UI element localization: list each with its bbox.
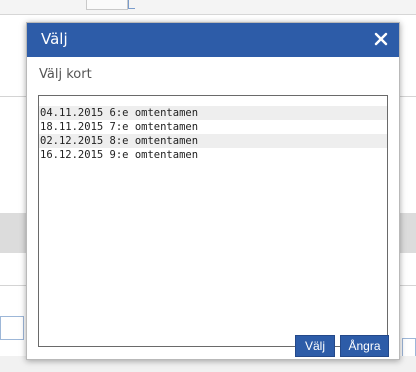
select-dialog: Välj Välj kort 04.11.2015 6:e omtentamen… [26, 22, 400, 360]
list-item[interactable]: 04.11.2015 6:e omtentamen [39, 106, 387, 120]
background-divider [400, 96, 416, 97]
dialog-header: Välj [27, 23, 399, 57]
background-divider [0, 96, 26, 97]
background-field [86, 0, 128, 10]
close-icon[interactable] [372, 29, 390, 49]
card-list[interactable]: 04.11.2015 6:e omtentamen 18.11.2015 7:e… [38, 95, 388, 347]
background-toolbar [0, 0, 416, 15]
dialog-subtitle: Välj kort [39, 67, 92, 82]
background-field [402, 338, 416, 358]
screen: Välj Välj kort 04.11.2015 6:e omtentamen… [0, 0, 416, 372]
list-item[interactable]: 16.12.2015 9:e omtentamen [39, 148, 387, 162]
background-dropdown-icon [128, 0, 135, 9]
dialog-title: Välj [41, 30, 68, 48]
list-item[interactable]: 02.12.2015 8:e omtentamen [39, 134, 387, 148]
select-button[interactable]: Välj [295, 335, 335, 357]
list-item[interactable]: 18.11.2015 7:e omtentamen [39, 120, 387, 134]
background-field [0, 316, 24, 340]
cancel-button[interactable]: Ångra [340, 335, 389, 357]
